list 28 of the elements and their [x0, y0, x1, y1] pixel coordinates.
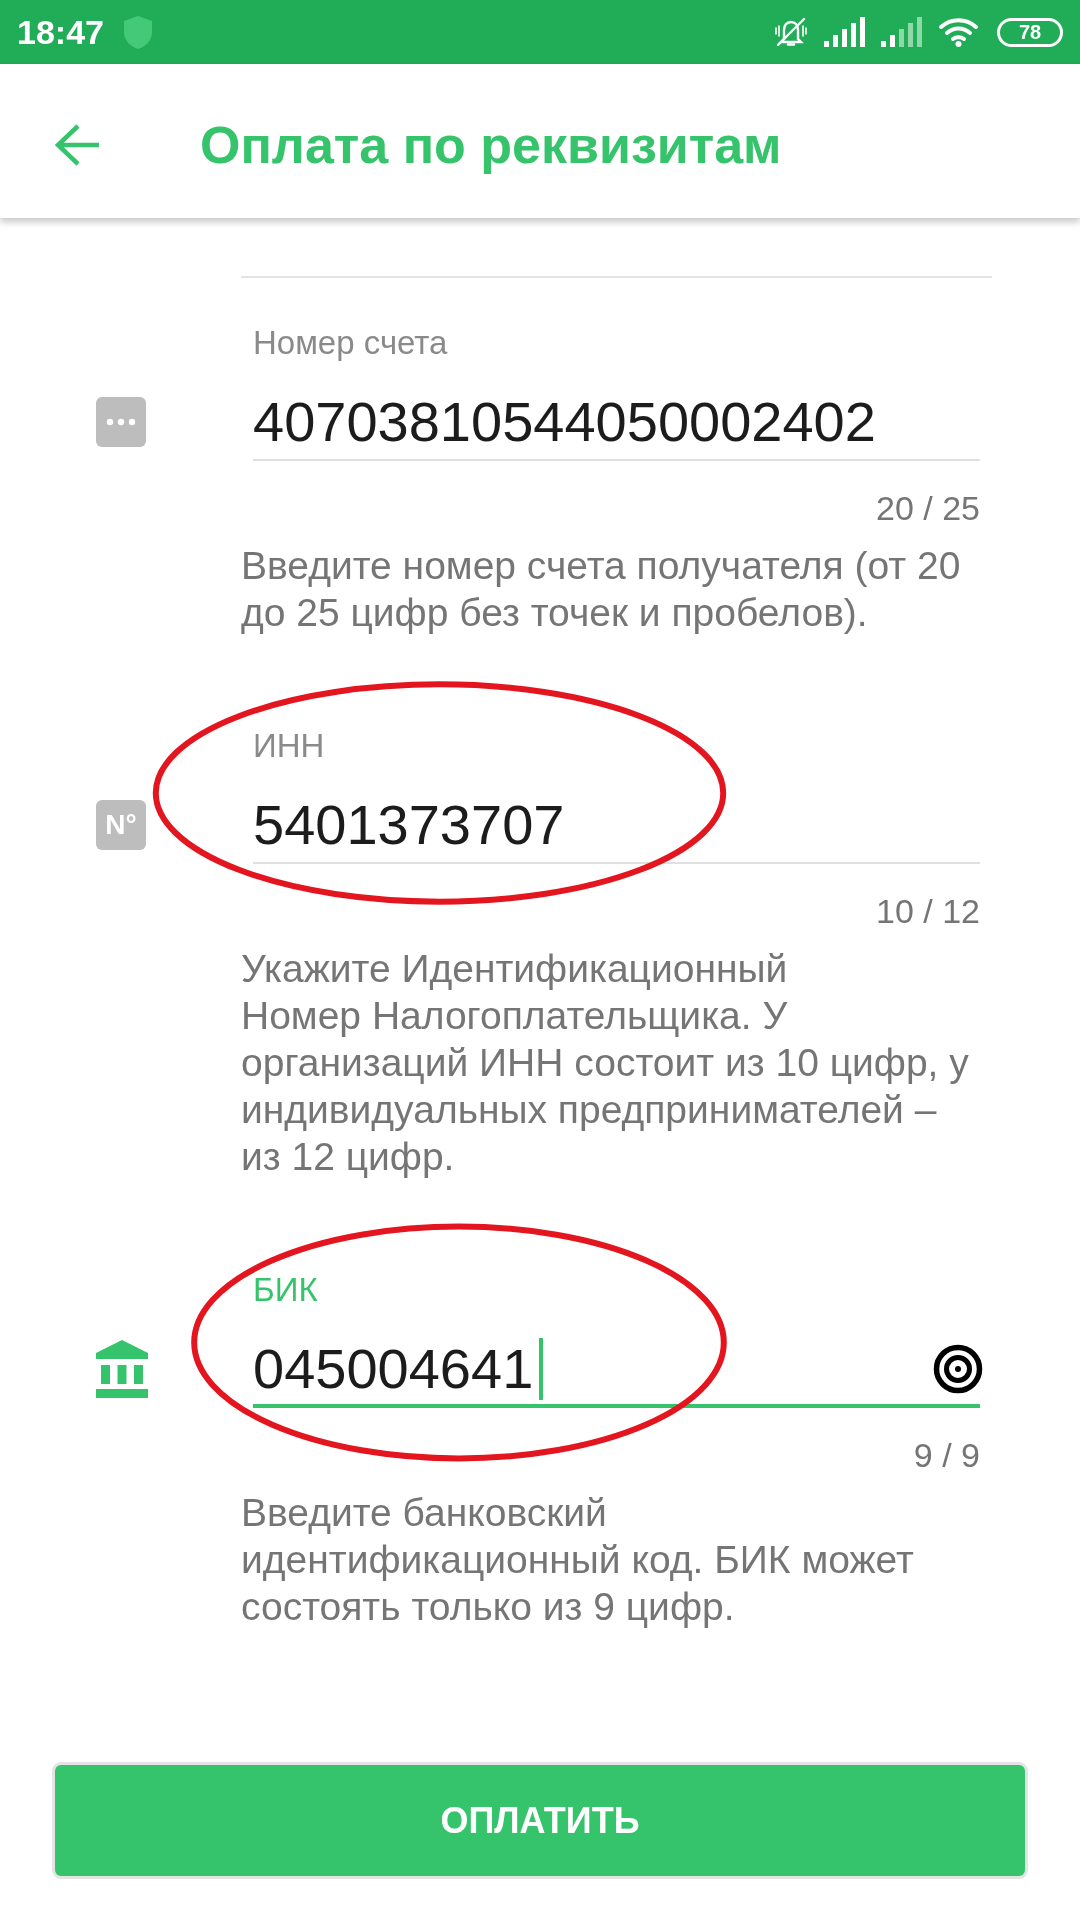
battery-percent: 78 — [1018, 21, 1042, 43]
field-value: 045004641 — [253, 1336, 534, 1402]
character-counter: 10 / 12 — [876, 891, 980, 931]
text-field[interactable]: Номер счета 40703810544050002402 — [253, 323, 980, 461]
field-hint: Введите номер счета получателя (от 20 до 25 цифр без точек и пробелов). — [241, 543, 962, 636]
screen-title: Оплата по реквизитам — [200, 115, 782, 175]
character-counter: 20 / 25 — [876, 488, 980, 528]
shield-icon — [123, 15, 152, 49]
more-dots-icon — [96, 397, 146, 447]
field-label: БИК — [253, 1270, 318, 1310]
wifi-icon — [938, 17, 979, 47]
text-field[interactable]: ИНН 5401373707 — [253, 726, 980, 864]
character-counter: 9 / 9 — [913, 1435, 980, 1475]
field-hint: Введите банковский идентификационный код. БИК может состоять только из 9 цифр. — [241, 1490, 915, 1630]
field-label: Номер счета — [253, 323, 448, 363]
weak-signal-icon — [881, 17, 922, 47]
field-value: 40703810544050002402 — [253, 389, 876, 455]
field-value: 5401373707 — [253, 792, 565, 858]
bank-icon — [96, 1340, 148, 1398]
text-cursor-icon — [539, 1338, 544, 1400]
field-label: ИНН — [253, 726, 325, 766]
signal-icon — [824, 17, 865, 47]
field-hint: Укажите Идентификационный Номер Налогоплательщика. У организаций ИНН состоит из 10 цифр, у индивидуальных предпринимателей – из 12 цифр. — [241, 946, 970, 1180]
status-time: 18:47 — [17, 12, 104, 52]
bell-off-icon — [774, 17, 808, 47]
text-field[interactable]: БИК 045004641 — [253, 1270, 980, 1408]
number-sign-icon: N° — [96, 800, 146, 850]
target-icon[interactable] — [933, 1344, 983, 1394]
